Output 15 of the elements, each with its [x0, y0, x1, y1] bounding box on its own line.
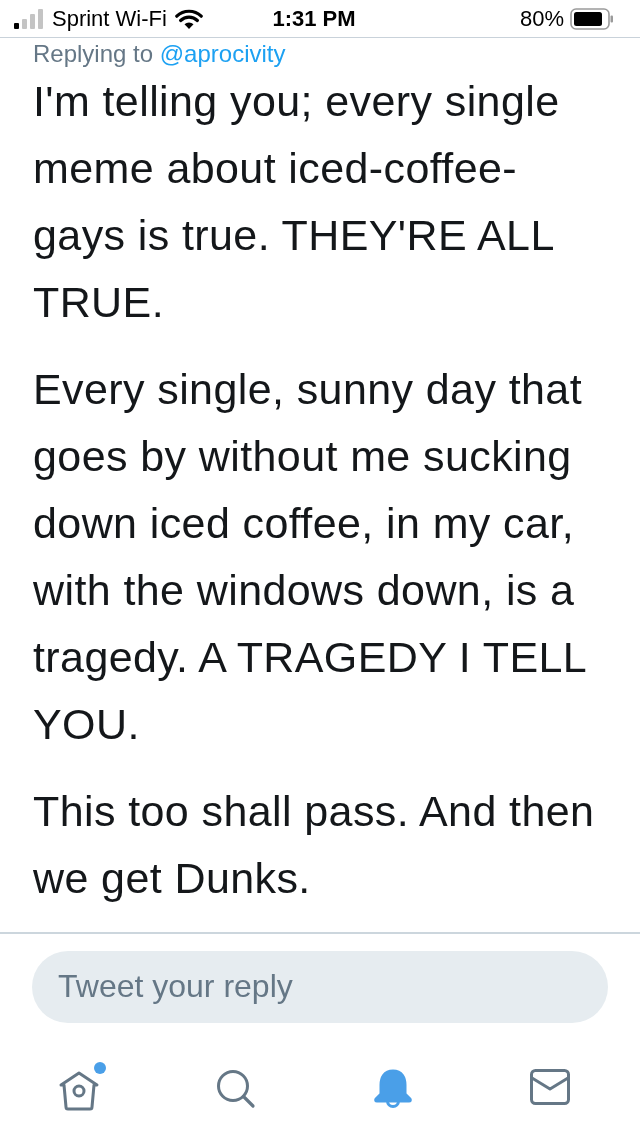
- bell-icon: [371, 1068, 414, 1111]
- carrier-name: Sprint Wi-Fi: [52, 5, 167, 32]
- tweet-paragraph: I'm telling you; every single meme about iced-coffee-gays is true. THEY'RE ALL TRUE.: [33, 76, 561, 328]
- tweet-paragraph: This too shall pass. And then we get Dunks.: [33, 786, 596, 904]
- search-icon: [215, 1068, 256, 1109]
- battery-icon: [570, 7, 614, 30]
- wifi-icon: [174, 8, 203, 29]
- clock-time: 1:31 PM: [272, 5, 356, 32]
- tweet-paragraph: Every single, sunny day that goes by without me sucking down iced coffee, in my car, with the windows down, is a tragedy. A TRAGEDY I TELL YOU.: [33, 364, 587, 750]
- replying-to-text: Replying to @aprocivity: [33, 40, 287, 68]
- signal-icon: [14, 8, 44, 29]
- battery-percent: 80%: [519, 5, 564, 32]
- user-handle-link[interactable]: @aprocivity: [159, 40, 286, 67]
- mail-icon: [529, 1068, 570, 1105]
- reply-input-field[interactable]: Tweet your reply: [32, 950, 608, 1023]
